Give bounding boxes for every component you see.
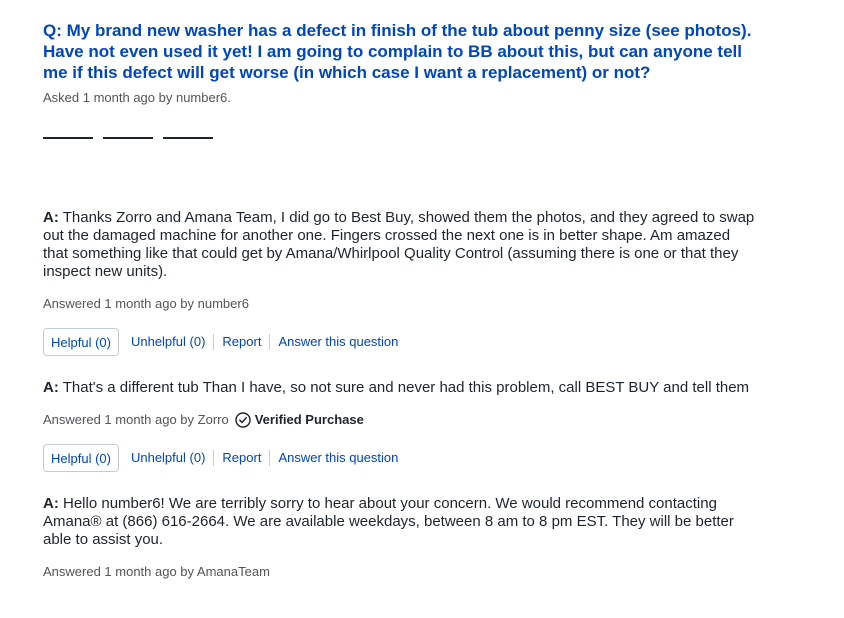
answer-body: That's a different tub Than I have, so n… [62,379,750,396]
unhelpful-button[interactable]: Unhelpful (0) [123,334,213,350]
answer-meta-text: Answered 1 month ago by Zorro [43,412,229,427]
qa-container: Q: My brand new washer has a defect in f… [43,20,763,581]
answer-meta-1: Answered 1 month ago by number6 [43,296,249,311]
answer-meta-2: Answered 1 month ago by Zorro Verified P… [43,411,763,429]
question-title[interactable]: Q: My brand new washer has a defect in f… [43,20,758,83]
check-circle-icon [235,412,251,428]
answer-actions-1: Helpful (0) Unhelpful (0) Report Answer … [43,327,763,357]
unhelpful-button[interactable]: Unhelpful (0) [123,450,213,466]
answer-body: Thanks Zorro and Amana Team, I did go to… [43,209,755,280]
report-link[interactable]: Report [214,334,269,350]
question-asked-meta: Asked 1 month ago by number6. [43,90,231,105]
answer-question-link[interactable]: Answer this question [270,334,406,350]
report-link[interactable]: Report [214,450,269,466]
answer-meta-3: Answered 1 month ago by AmanaTeam [43,564,270,579]
answer-text-2: A: That's a different tub Than I have, s… [43,379,758,397]
photo-thumbnail[interactable] [103,127,153,139]
helpful-button[interactable]: Helpful (0) [43,328,119,356]
question-prefix: Q: [43,21,62,40]
answer-actions-2: Helpful (0) Unhelpful (0) Report Answer … [43,443,763,473]
answer-body: Hello number6! We are terribly sorry to … [43,495,734,548]
verified-purchase-label: Verified Purchase [254,412,364,427]
answer-question-link[interactable]: Answer this question [270,450,406,466]
answer-prefix: A: [43,379,59,396]
answer-prefix: A: [43,495,59,512]
photo-thumbnail[interactable] [163,127,213,139]
verified-purchase-badge: Verified Purchase [235,411,364,429]
question-photo-thumbnails [43,127,763,139]
answer-text-1: A: Thanks Zorro and Amana Team, I did go… [43,209,758,281]
helpful-button[interactable]: Helpful (0) [43,444,119,472]
answer-prefix: A: [43,209,59,226]
answer-text-3: A: Hello number6! We are terribly sorry … [43,495,758,549]
photo-thumbnail[interactable] [43,127,93,139]
question-text: My brand new washer has a defect in fini… [43,21,752,82]
